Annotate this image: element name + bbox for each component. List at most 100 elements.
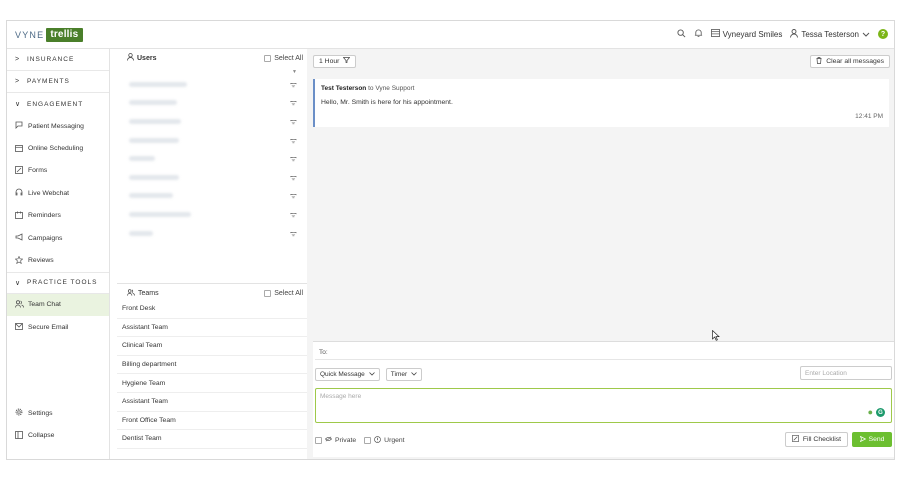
redacted-user-name [129, 193, 173, 199]
list-item[interactable]: ᯤ [117, 187, 303, 206]
list-item[interactable]: ᯤ [117, 149, 303, 168]
team-icon [127, 288, 135, 298]
webchat-icon [15, 188, 28, 198]
clear-all-label: Clear all messages [826, 57, 884, 65]
sidebar-item-settings[interactable]: Settings [7, 402, 110, 424]
location-input[interactable]: Enter Location [800, 366, 892, 380]
time-filter-label: 1 Hour [319, 57, 340, 65]
users-list[interactable]: ▼ ᯤ ᯤ ᯤ ᯤ ᯤ ᯤ ᯤ ᯤ ᯤ [117, 69, 303, 261]
message-meta: Test Testerson to Vyne Support [321, 85, 414, 92]
list-item[interactable]: ᯤ [117, 224, 303, 243]
teams-title-group: Teams [127, 288, 159, 298]
sidebar-section-engagement[interactable]: ∨ ENGAGEMENT [7, 93, 109, 115]
urgent-checkbox[interactable] [364, 436, 372, 444]
sidebar-item-reviews[interactable]: Reviews [7, 249, 109, 271]
wifi-icon: ᯤ [289, 172, 297, 182]
timer-dropdown[interactable]: Timer [385, 367, 423, 381]
sidebar-item-team-chat[interactable]: Team Chat [7, 293, 109, 317]
redacted-user-name [129, 211, 191, 217]
wifi-icon: ᯤ [289, 191, 297, 201]
sidebar-item-collapse[interactable]: Collapse [7, 424, 110, 446]
urgent-toggle[interactable]: Urgent [364, 435, 405, 445]
chevron-down-icon [862, 30, 870, 39]
user-icon [790, 28, 799, 40]
quick-message-dropdown[interactable]: Quick Message [315, 367, 380, 381]
mail-icon [15, 322, 28, 332]
fill-checklist-button[interactable]: Fill Checklist [784, 432, 848, 447]
clear-all-button[interactable]: Clear all messages [810, 54, 890, 68]
list-item[interactable]: Front Desk [117, 300, 307, 319]
sidebar-item-live-webchat[interactable]: Live Webchat [7, 182, 109, 204]
chevron-right-icon: > [15, 78, 21, 85]
list-item[interactable]: Hygiene Team [117, 374, 307, 393]
practice-selector[interactable]: Vyneyard Smiles [710, 29, 782, 39]
message-sender: Test Testerson [321, 85, 367, 92]
private-checkbox[interactable] [315, 436, 322, 444]
sidebar-item-patient-messaging[interactable]: Patient Messaging [7, 115, 109, 137]
megaphone-icon [15, 233, 28, 243]
list-item[interactable]: Assistant Team [117, 393, 307, 412]
trash-icon [816, 56, 822, 66]
select-all-label: Select All [274, 54, 303, 62]
list-item[interactable]: ᯤ [117, 205, 303, 224]
users-title: Users [137, 54, 157, 62]
timer-label: Timer [390, 370, 408, 378]
grammarly-icon[interactable]: G [876, 408, 885, 417]
top-header: VYNE trellis Vyneyard Smiles Tessa Teste… [7, 21, 894, 49]
sidebar-section-label: ENGAGEMENT [27, 100, 84, 108]
list-item[interactable]: ᯤ [117, 112, 303, 131]
wifi-icon: ᯤ [289, 79, 297, 89]
sidebar-item-label: Patient Messaging [28, 122, 84, 130]
send-button[interactable]: Send [852, 432, 892, 447]
compose-area: To: Quick Message Timer Enter Location M… [313, 341, 894, 457]
message-card[interactable]: Test Testerson to Vyne Support Hello, Mr… [313, 79, 889, 127]
bell-icon[interactable] [694, 28, 703, 40]
list-item[interactable]: Billing department [117, 356, 307, 375]
sidebar: > INSURANCE > PAYMENTS ∨ ENGAGEMENT Pati… [7, 49, 110, 459]
location-pin-icon[interactable]: ● [868, 408, 873, 417]
list-item[interactable]: ᯤ [117, 131, 303, 150]
caret-down-icon: ▼ [292, 69, 297, 75]
list-item[interactable]: Clinical Team [117, 337, 307, 356]
redacted-user-name [129, 174, 179, 180]
user-icon [127, 53, 134, 63]
vyne-trellis-logo[interactable]: VYNE trellis [15, 28, 84, 42]
list-item[interactable]: Assistant Team [117, 319, 307, 338]
sidebar-item-forms[interactable]: Forms [7, 160, 109, 182]
help-icon[interactable]: ? [878, 29, 888, 39]
sidebar-item-reminders[interactable]: Reminders [7, 205, 109, 227]
chevron-down-icon [369, 371, 375, 378]
user-menu[interactable]: Tessa Testerson [790, 28, 870, 40]
select-all-checkbox[interactable] [264, 289, 272, 297]
list-item[interactable]: ᯤ [117, 75, 303, 94]
list-item[interactable]: Dentist Team [117, 430, 307, 449]
time-filter-dropdown[interactable]: 1 Hour [313, 54, 357, 68]
sidebar-section-payments[interactable]: > PAYMENTS [7, 71, 109, 93]
wifi-icon: ᯤ [289, 154, 297, 164]
search-icon[interactable] [677, 28, 686, 40]
sidebar-item-label: Collapse [28, 432, 55, 440]
message-recipient: Vyne Support [375, 85, 415, 92]
private-label: Private [335, 436, 357, 444]
list-item[interactable]: ᯤ [117, 168, 303, 187]
sidebar-section-label: INSURANCE [27, 56, 75, 63]
filter-icon [343, 57, 351, 65]
compose-options: Quick Message Timer Enter Location [315, 366, 892, 382]
message-input[interactable]: Message here ● G [315, 388, 892, 423]
to-field[interactable]: To: [315, 346, 892, 360]
sidebar-section-practice-tools[interactable]: ∨ PRACTICE TOOLS [7, 271, 109, 294]
sidebar-item-secure-email[interactable]: Secure Email [7, 316, 109, 338]
list-item[interactable]: ᯤ [117, 94, 303, 113]
select-all-checkbox[interactable] [264, 54, 272, 62]
chevron-down-icon: ∨ [15, 279, 22, 287]
sidebar-item-campaigns[interactable]: Campaigns [7, 227, 109, 249]
private-toggle[interactable]: Private [315, 436, 356, 444]
sidebar-item-online-scheduling[interactable]: Online Scheduling [7, 137, 109, 159]
users-select-all[interactable]: Select All [264, 54, 303, 62]
to-label: To: [319, 349, 328, 356]
sidebar-section-insurance[interactable]: > INSURANCE [7, 49, 109, 71]
team-icon [15, 300, 28, 310]
wifi-icon: ᯤ [289, 116, 297, 126]
teams-select-all[interactable]: Select All [264, 289, 303, 297]
list-item[interactable]: Front Office Team [117, 412, 307, 431]
